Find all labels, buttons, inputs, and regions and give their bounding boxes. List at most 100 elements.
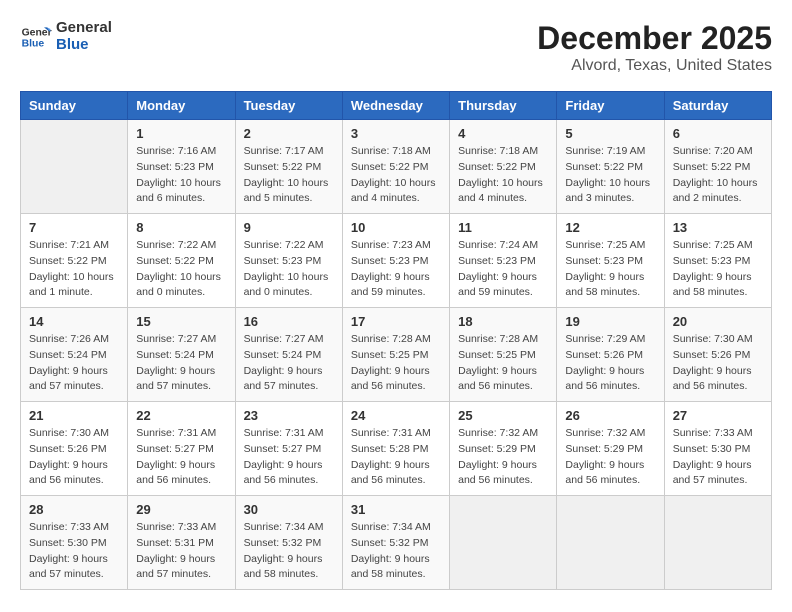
day-number: 12 [565, 220, 655, 235]
day-header: Friday [557, 92, 664, 120]
calendar-cell: 8 Sunrise: 7:22 AM Sunset: 5:22 PM Daylig… [128, 214, 235, 308]
logo-line2: Blue [56, 37, 112, 54]
calendar-cell: 12Sunrise: 7:25 AM Sunset: 5:23 PM Dayli… [557, 214, 664, 308]
day-info: Sunrise: 7:30 AM Sunset: 5:26 PM Dayligh… [29, 426, 119, 489]
logo-line1: General [56, 20, 112, 37]
logo: General Blue General Blue [20, 20, 112, 53]
day-number: 16 [244, 314, 334, 329]
calendar-cell: 15Sunrise: 7:27 AM Sunset: 5:24 PM Dayli… [128, 308, 235, 402]
day-header: Monday [128, 92, 235, 120]
calendar-cell: 11Sunrise: 7:24 AM Sunset: 5:23 PM Dayli… [450, 214, 557, 308]
day-number: 1 [136, 126, 226, 141]
calendar-cell: 1 Sunrise: 7:16 AM Sunset: 5:23 PM Daylig… [128, 120, 235, 214]
calendar-cell: 10Sunrise: 7:23 AM Sunset: 5:23 PM Dayli… [342, 214, 449, 308]
calendar-cell: 2Sunrise: 7:17 AM Sunset: 5:22 PM Daylig… [235, 120, 342, 214]
day-info: Sunrise: 7:31 AM Sunset: 5:27 PM Dayligh… [244, 426, 334, 489]
calendar-cell [664, 496, 771, 590]
day-info: Sunrise: 7:29 AM Sunset: 5:26 PM Dayligh… [565, 332, 655, 395]
day-number: 23 [244, 408, 334, 423]
calendar-cell: 24 Sunrise: 7:31 AM Sunset: 5:28 PM Dayli… [342, 402, 449, 496]
day-info: Sunrise: 7:21 AM Sunset: 5:22 PM Dayligh… [29, 238, 119, 301]
day-number: 22 [136, 408, 226, 423]
day-number: 3 [351, 126, 441, 141]
day-number: 5 [565, 126, 655, 141]
day-info: Sunrise: 7:16 AM Sunset: 5:23 PM Dayligh… [136, 144, 226, 207]
day-info: Sunrise: 7:31 AM Sunset: 5:28 PM Dayligh… [351, 426, 441, 489]
calendar-cell: 30 Sunrise: 7:34 AM Sunset: 5:32 PM Dayli… [235, 496, 342, 590]
calendar-cell [21, 120, 128, 214]
calendar-cell: 28 Sunrise: 7:33 AM Sunset: 5:30 PM Dayli… [21, 496, 128, 590]
day-number: 29 [136, 502, 226, 517]
day-header: Wednesday [342, 92, 449, 120]
calendar-cell: 22Sunrise: 7:31 AM Sunset: 5:27 PM Dayli… [128, 402, 235, 496]
day-info: Sunrise: 7:30 AM Sunset: 5:26 PM Dayligh… [673, 332, 763, 395]
logo-icon: General Blue [20, 21, 52, 53]
calendar-cell: 23 Sunrise: 7:31 AM Sunset: 5:27 PM Dayli… [235, 402, 342, 496]
day-info: Sunrise: 7:34 AM Sunset: 5:32 PM Dayligh… [244, 520, 334, 583]
day-header: Saturday [664, 92, 771, 120]
day-number: 20 [673, 314, 763, 329]
day-number: 24 [351, 408, 441, 423]
day-info: Sunrise: 7:20 AM Sunset: 5:22 PM Dayligh… [673, 144, 763, 207]
day-number: 13 [673, 220, 763, 235]
day-info: Sunrise: 7:27 AM Sunset: 5:24 PM Dayligh… [244, 332, 334, 395]
day-header: Thursday [450, 92, 557, 120]
day-number: 18 [458, 314, 548, 329]
calendar-cell: 14 Sunrise: 7:26 AM Sunset: 5:24 PM Dayli… [21, 308, 128, 402]
calendar-cell: 7 Sunrise: 7:21 AM Sunset: 5:22 PM Daylig… [21, 214, 128, 308]
calendar-cell: 3 Sunrise: 7:18 AM Sunset: 5:22 PM Daylig… [342, 120, 449, 214]
calendar-table: SundayMondayTuesdayWednesdayThursdayFrid… [20, 91, 772, 590]
calendar-cell: 20 Sunrise: 7:30 AM Sunset: 5:26 PM Dayli… [664, 308, 771, 402]
title-block: December 2025 Alvord, Texas, United Stat… [537, 20, 772, 75]
day-info: Sunrise: 7:19 AM Sunset: 5:22 PM Dayligh… [565, 144, 655, 207]
day-info: Sunrise: 7:22 AM Sunset: 5:23 PM Dayligh… [244, 238, 334, 301]
svg-text:Blue: Blue [22, 38, 45, 49]
calendar-cell: 18 Sunrise: 7:28 AM Sunset: 5:25 PM Dayli… [450, 308, 557, 402]
day-info: Sunrise: 7:28 AM Sunset: 5:25 PM Dayligh… [458, 332, 548, 395]
day-number: 7 [29, 220, 119, 235]
day-info: Sunrise: 7:27 AM Sunset: 5:24 PM Dayligh… [136, 332, 226, 395]
calendar-cell: 16 Sunrise: 7:27 AM Sunset: 5:24 PM Dayli… [235, 308, 342, 402]
day-number: 30 [244, 502, 334, 517]
calendar-cell: 21 Sunrise: 7:30 AM Sunset: 5:26 PM Dayli… [21, 402, 128, 496]
day-info: Sunrise: 7:18 AM Sunset: 5:22 PM Dayligh… [458, 144, 548, 207]
day-info: Sunrise: 7:32 AM Sunset: 5:29 PM Dayligh… [565, 426, 655, 489]
calendar-cell: 6 Sunrise: 7:20 AM Sunset: 5:22 PM Daylig… [664, 120, 771, 214]
day-number: 21 [29, 408, 119, 423]
day-number: 31 [351, 502, 441, 517]
calendar-cell: 26Sunrise: 7:32 AM Sunset: 5:29 PM Dayli… [557, 402, 664, 496]
calendar-cell: 31 Sunrise: 7:34 AM Sunset: 5:32 PM Dayli… [342, 496, 449, 590]
calendar-cell: 9 Sunrise: 7:22 AM Sunset: 5:23 PM Daylig… [235, 214, 342, 308]
day-info: Sunrise: 7:32 AM Sunset: 5:29 PM Dayligh… [458, 426, 548, 489]
day-info: Sunrise: 7:17 AM Sunset: 5:22 PM Dayligh… [244, 144, 334, 207]
day-number: 6 [673, 126, 763, 141]
day-number: 9 [244, 220, 334, 235]
day-info: Sunrise: 7:26 AM Sunset: 5:24 PM Dayligh… [29, 332, 119, 395]
day-number: 19 [565, 314, 655, 329]
calendar-cell: 5 Sunrise: 7:19 AM Sunset: 5:22 PM Daylig… [557, 120, 664, 214]
day-header: Sunday [21, 92, 128, 120]
day-info: Sunrise: 7:23 AM Sunset: 5:23 PM Dayligh… [351, 238, 441, 301]
day-info: Sunrise: 7:33 AM Sunset: 5:31 PM Dayligh… [136, 520, 226, 583]
calendar-cell: 4Sunrise: 7:18 AM Sunset: 5:22 PM Daylig… [450, 120, 557, 214]
day-info: Sunrise: 7:34 AM Sunset: 5:32 PM Dayligh… [351, 520, 441, 583]
day-number: 27 [673, 408, 763, 423]
day-info: Sunrise: 7:18 AM Sunset: 5:22 PM Dayligh… [351, 144, 441, 207]
calendar-cell [450, 496, 557, 590]
day-number: 25 [458, 408, 548, 423]
calendar-cell: 29 Sunrise: 7:33 AM Sunset: 5:31 PM Dayli… [128, 496, 235, 590]
page-subtitle: Alvord, Texas, United States [537, 57, 772, 75]
page-title: December 2025 [537, 20, 772, 57]
calendar-cell: 25 Sunrise: 7:32 AM Sunset: 5:29 PM Dayli… [450, 402, 557, 496]
day-info: Sunrise: 7:24 AM Sunset: 5:23 PM Dayligh… [458, 238, 548, 301]
day-info: Sunrise: 7:22 AM Sunset: 5:22 PM Dayligh… [136, 238, 226, 301]
calendar-cell: 27Sunrise: 7:33 AM Sunset: 5:30 PM Dayli… [664, 402, 771, 496]
day-info: Sunrise: 7:28 AM Sunset: 5:25 PM Dayligh… [351, 332, 441, 395]
day-number: 28 [29, 502, 119, 517]
page-header: General Blue General Blue December 2025 … [20, 20, 772, 75]
day-info: Sunrise: 7:33 AM Sunset: 5:30 PM Dayligh… [29, 520, 119, 583]
day-number: 8 [136, 220, 226, 235]
day-number: 14 [29, 314, 119, 329]
day-header: Tuesday [235, 92, 342, 120]
calendar-cell [557, 496, 664, 590]
